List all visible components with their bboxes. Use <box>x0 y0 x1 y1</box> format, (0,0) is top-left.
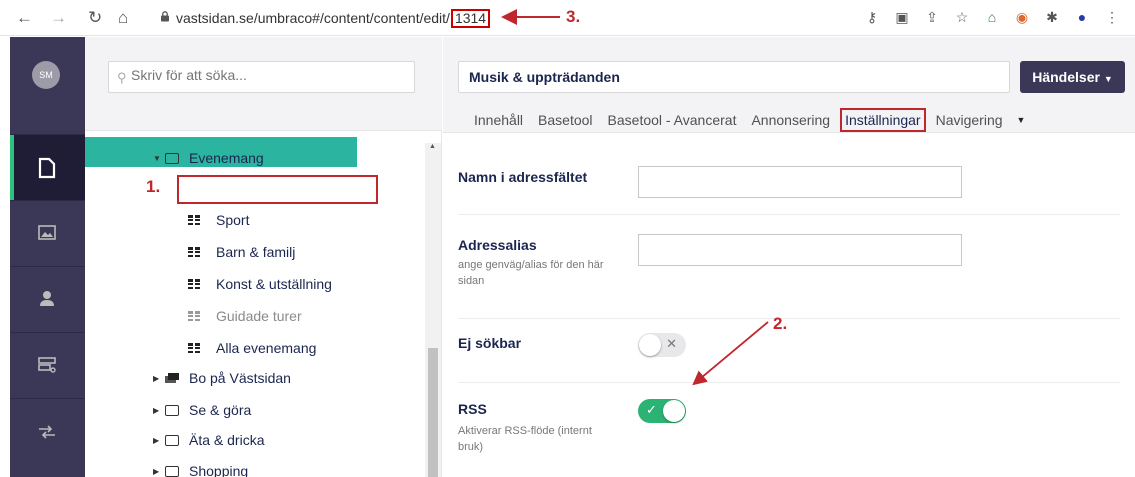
arrow-to-rss-toggle <box>692 321 769 386</box>
annotation-arrows <box>501 9 769 386</box>
